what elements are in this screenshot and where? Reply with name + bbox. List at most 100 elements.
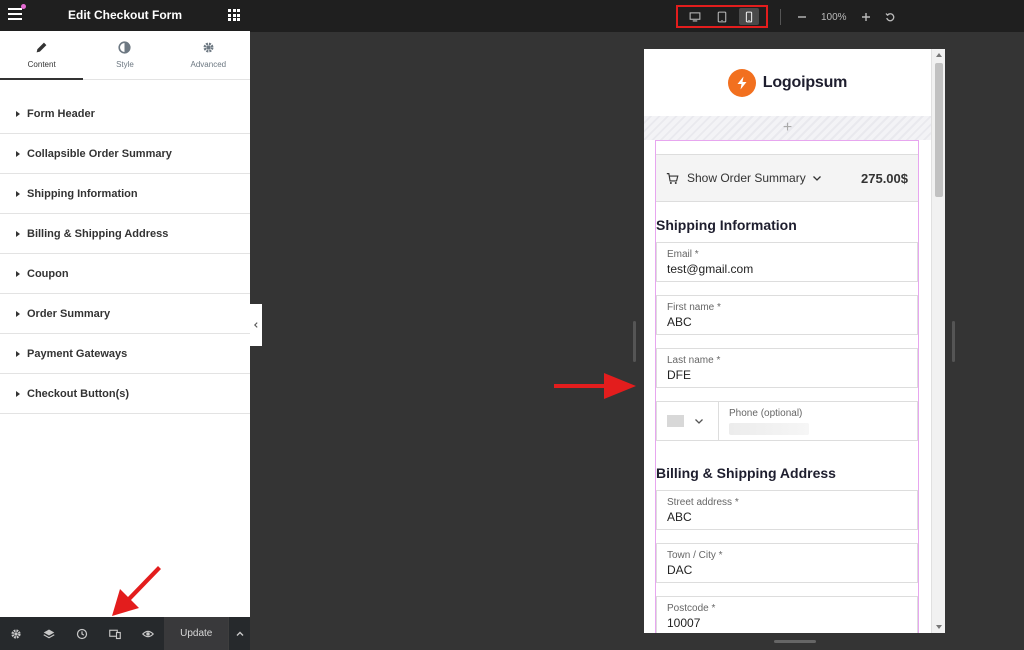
caret-right-icon bbox=[16, 390, 20, 397]
zoom-in-button[interactable] bbox=[859, 10, 873, 24]
panel-title: Edit Checkout Form bbox=[67, 8, 182, 22]
tab-content-label: Content bbox=[27, 60, 56, 69]
cart-icon bbox=[666, 172, 679, 184]
zoom-out-button[interactable] bbox=[795, 10, 809, 24]
section-form-header[interactable]: Form Header bbox=[0, 94, 250, 134]
plus-icon bbox=[861, 13, 870, 21]
annotation-arrow-icon bbox=[554, 373, 636, 399]
resize-handle-left[interactable] bbox=[633, 321, 636, 362]
section-label: Checkout Button(s) bbox=[27, 387, 130, 400]
section-order-summary[interactable]: Order Summary bbox=[0, 294, 250, 334]
responsive-mode-icon bbox=[109, 629, 121, 639]
add-section-area[interactable]: + bbox=[644, 116, 931, 140]
update-button[interactable]: Update bbox=[164, 617, 229, 650]
chevron-down-icon bbox=[812, 176, 821, 181]
gear-icon bbox=[203, 42, 214, 53]
section-shipping-information[interactable]: Shipping Information bbox=[0, 174, 250, 214]
plus-icon: + bbox=[782, 119, 793, 136]
section-label: Order Summary bbox=[27, 307, 111, 320]
section-label: Shipping Information bbox=[27, 187, 138, 200]
navigator-button[interactable] bbox=[33, 617, 66, 650]
tab-advanced-label: Advanced bbox=[190, 60, 227, 69]
caret-right-icon bbox=[16, 350, 20, 357]
checkout-form-widget[interactable]: Show Order Summary 275.00$ Shipping Info… bbox=[655, 140, 919, 633]
flag-icon bbox=[667, 415, 684, 427]
history-icon bbox=[77, 628, 88, 639]
preview-button[interactable] bbox=[132, 617, 165, 650]
settings-button[interactable] bbox=[0, 617, 33, 650]
panel-collapse-handle[interactable] bbox=[250, 304, 262, 346]
phone-label: Phone (optional) bbox=[729, 408, 803, 419]
postcode-label: Postcode * bbox=[667, 603, 716, 614]
order-total: 275.00$ bbox=[861, 170, 908, 186]
section-coupon[interactable]: Coupon bbox=[0, 254, 250, 294]
section-collapsible-order-summary[interactable]: Collapsible Order Summary bbox=[0, 134, 250, 174]
last-name-field[interactable]: Last name * DFE bbox=[656, 348, 918, 388]
phone-field[interactable]: Phone (optional) bbox=[656, 401, 918, 441]
caret-right-icon bbox=[16, 310, 20, 317]
minus-icon bbox=[798, 16, 806, 18]
save-options-button[interactable] bbox=[228, 617, 251, 650]
panel-footer: Update bbox=[0, 617, 251, 650]
section-label: Payment Gateways bbox=[27, 347, 128, 360]
chevron-down-icon bbox=[695, 419, 703, 424]
first-name-value: ABC bbox=[667, 315, 692, 329]
section-billing-shipping-address[interactable]: Billing & Shipping Address bbox=[0, 214, 250, 254]
city-field[interactable]: Town / City * DAC bbox=[656, 543, 918, 583]
tab-advanced[interactable]: Advanced bbox=[167, 31, 250, 79]
scroll-down-icon[interactable] bbox=[936, 625, 942, 629]
zoom-controls: 100% bbox=[780, 9, 897, 25]
contrast-icon bbox=[118, 41, 132, 54]
section-label: Billing & Shipping Address bbox=[27, 227, 169, 240]
resize-handle-right[interactable] bbox=[952, 321, 955, 362]
city-label: Town / City * bbox=[667, 550, 723, 561]
scroll-up-icon[interactable] bbox=[936, 53, 942, 57]
order-summary-toggle[interactable]: Show Order Summary 275.00$ bbox=[656, 154, 918, 202]
pencil-icon bbox=[36, 42, 47, 53]
resize-handle-bottom[interactable] bbox=[774, 640, 816, 643]
last-name-value: DFE bbox=[667, 368, 691, 382]
responsive-topbar: 100% bbox=[250, 0, 1024, 32]
first-name-field[interactable]: First name * ABC bbox=[656, 295, 918, 335]
layers-icon bbox=[43, 629, 55, 638]
email-value: test@gmail.com bbox=[667, 262, 754, 276]
order-summary-label: Show Order Summary bbox=[687, 171, 806, 185]
tab-style[interactable]: Style bbox=[83, 31, 166, 79]
mobile-icon bbox=[745, 11, 752, 22]
section-checkout-buttons[interactable]: Checkout Button(s) bbox=[0, 374, 250, 414]
device-mobile-button[interactable] bbox=[738, 8, 759, 25]
mobile-preview-frame: Logoipsum + Show Order Summary 275.00$ S… bbox=[644, 49, 945, 633]
panel-header: Edit Checkout Form bbox=[0, 0, 250, 31]
responsive-mode-button[interactable] bbox=[99, 617, 132, 650]
caret-right-icon bbox=[16, 190, 20, 197]
email-field[interactable]: Email * test@gmail.com bbox=[656, 242, 918, 282]
preview-scrollbar[interactable] bbox=[931, 49, 945, 633]
reset-zoom-button[interactable] bbox=[883, 10, 897, 24]
section-label: Coupon bbox=[27, 267, 69, 280]
history-button[interactable] bbox=[66, 617, 99, 650]
preview-eye-icon bbox=[141, 630, 154, 637]
tab-style-label: Style bbox=[116, 60, 134, 69]
device-desktop-button[interactable] bbox=[685, 8, 705, 25]
email-label: Email * bbox=[667, 249, 699, 260]
postcode-field[interactable]: Postcode * 10007 bbox=[656, 596, 918, 633]
logo-bolt-icon bbox=[727, 68, 756, 97]
brand-name: Logoipsum bbox=[762, 73, 848, 91]
scroll-thumb[interactable] bbox=[935, 63, 943, 197]
section-list: Form Header Collapsible Order Summary Sh… bbox=[0, 94, 250, 414]
city-value: DAC bbox=[667, 563, 693, 577]
section-label: Form Header bbox=[27, 107, 95, 120]
device-tablet-button[interactable] bbox=[712, 8, 732, 25]
editor-panel: Edit Checkout Form Content Style Advance… bbox=[0, 0, 251, 650]
zoom-level: 100% bbox=[821, 11, 847, 23]
tablet-icon bbox=[717, 11, 727, 22]
country-code-select[interactable] bbox=[657, 402, 719, 440]
phone-value-redacted bbox=[729, 423, 809, 435]
street-label: Street address * bbox=[667, 497, 739, 508]
street-address-field[interactable]: Street address * ABC bbox=[656, 490, 918, 530]
tab-content[interactable]: Content bbox=[0, 31, 84, 80]
caret-right-icon bbox=[16, 230, 20, 237]
phone-input[interactable]: Phone (optional) bbox=[719, 402, 819, 440]
section-payment-gateways[interactable]: Payment Gateways bbox=[0, 334, 250, 374]
widgets-grid-icon[interactable] bbox=[228, 9, 240, 21]
